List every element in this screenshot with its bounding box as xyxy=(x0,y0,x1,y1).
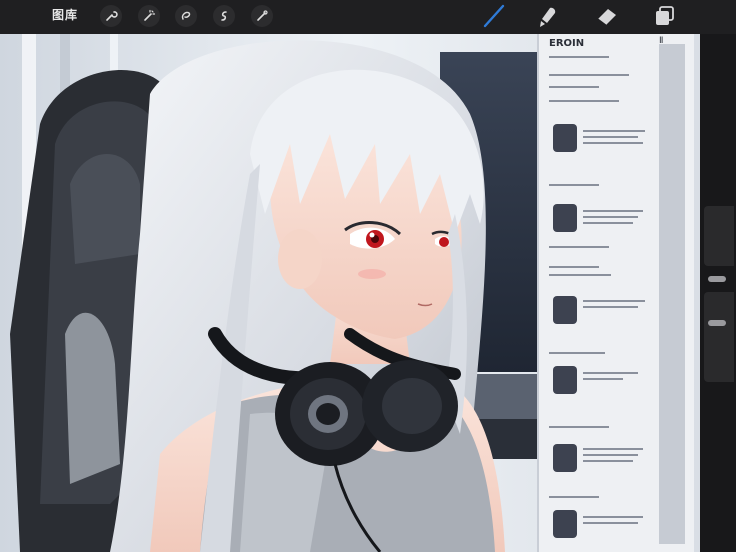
drawing-canvas[interactable]: EROIN Ⅱ xyxy=(0,34,700,552)
opacity-slider[interactable] xyxy=(704,292,734,382)
document-corner-mark: Ⅱ xyxy=(659,36,664,46)
layers-icon[interactable] xyxy=(652,3,678,29)
brush-icon[interactable] xyxy=(481,3,507,29)
smudge-icon[interactable] xyxy=(535,3,561,29)
monitor-document: EROIN Ⅱ xyxy=(537,34,694,552)
top-toolbar: 图库 xyxy=(0,0,736,34)
transform-icon[interactable] xyxy=(213,5,235,27)
opacity-handle[interactable] xyxy=(708,320,726,326)
magic-wand-icon[interactable] xyxy=(138,5,160,27)
document-text-lines xyxy=(549,44,685,544)
brush-size-slider[interactable] xyxy=(704,206,734,266)
gallery-button[interactable]: 图库 xyxy=(52,6,78,23)
wrench-icon[interactable] xyxy=(100,5,122,27)
brush-adjust-icon[interactable] xyxy=(251,5,273,27)
drawing-app: 图库 EROIN Ⅱ xyxy=(0,0,736,552)
selection-icon[interactable] xyxy=(175,5,197,27)
eraser-icon[interactable] xyxy=(594,3,620,29)
brush-size-handle[interactable] xyxy=(708,276,726,282)
side-panel xyxy=(700,34,736,552)
